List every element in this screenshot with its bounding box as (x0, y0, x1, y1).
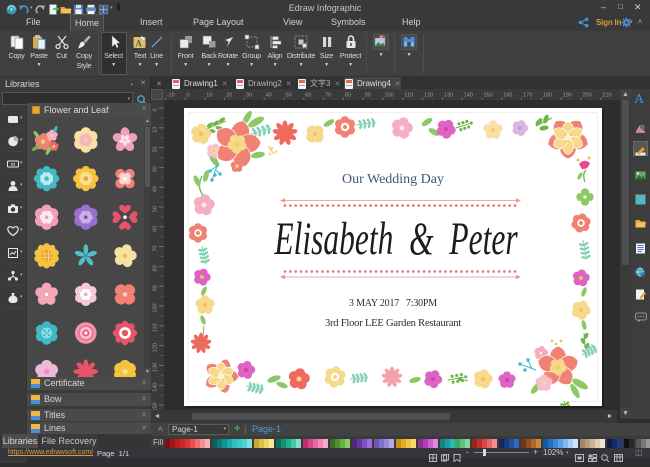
svg-text:50: 50 (286, 93, 292, 99)
svg-text:190: 190 (563, 93, 572, 99)
svg-text:140: 140 (153, 383, 159, 392)
svg-text:-10: -10 (167, 93, 175, 99)
svg-text:170: 170 (523, 93, 532, 99)
svg-text:150: 150 (484, 93, 493, 99)
svg-text:60: 60 (305, 93, 311, 99)
svg-text:210: 210 (602, 93, 611, 99)
svg-text:10: 10 (206, 93, 212, 99)
svg-text:200: 200 (583, 93, 592, 99)
svg-text:0: 0 (153, 108, 159, 111)
svg-text:60: 60 (153, 226, 159, 232)
svg-text:180: 180 (543, 93, 552, 99)
svg-text:110: 110 (153, 323, 159, 332)
svg-text:40: 40 (153, 186, 159, 192)
svg-text:100: 100 (153, 303, 159, 312)
svg-text:90: 90 (153, 285, 159, 291)
svg-text:160: 160 (503, 93, 512, 99)
svg-text:80: 80 (153, 265, 159, 271)
svg-text:50: 50 (153, 206, 159, 212)
svg-text:150: 150 (153, 402, 159, 410)
svg-text:90: 90 (365, 93, 371, 99)
svg-text:30: 30 (246, 93, 252, 99)
svg-text:20: 20 (153, 147, 159, 153)
svg-text:0: 0 (187, 93, 190, 99)
svg-text:100: 100 (385, 93, 394, 99)
svg-text:80: 80 (345, 93, 351, 99)
svg-text:30: 30 (153, 166, 159, 172)
svg-text:70: 70 (325, 93, 331, 99)
svg-text:110: 110 (404, 93, 413, 99)
svg-text:70: 70 (153, 246, 159, 252)
svg-text:130: 130 (444, 93, 453, 99)
svg-text:120: 120 (153, 343, 159, 352)
svg-text:120: 120 (424, 93, 433, 99)
svg-text:20: 20 (226, 93, 232, 99)
svg-text:40: 40 (266, 93, 272, 99)
svg-text:140: 140 (464, 93, 473, 99)
svg-text:10: 10 (153, 127, 159, 133)
svg-text:130: 130 (153, 363, 159, 372)
svg-text:m: m (11, 162, 16, 168)
